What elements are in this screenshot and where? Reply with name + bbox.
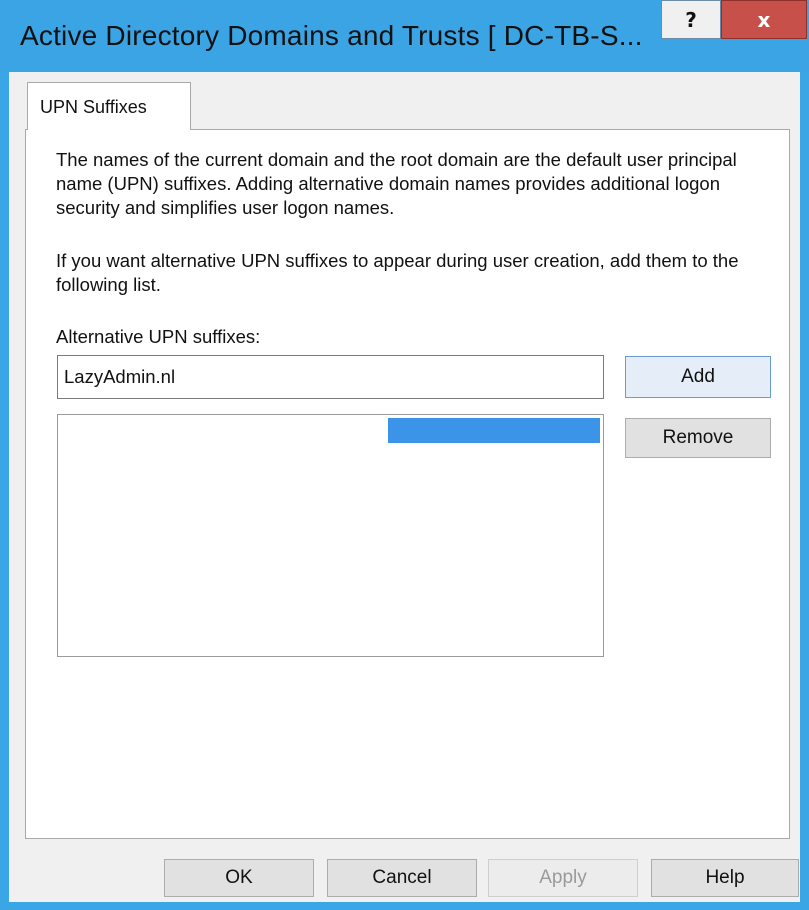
upn-suffix-list[interactable]: [57, 414, 604, 657]
dialog-client-area: UPN Suffixes The names of the current do…: [9, 72, 800, 902]
upn-suffixes-label: Alternative UPN suffixes:: [56, 326, 261, 347]
instruction-text: If you want alternative UPN suffixes to …: [56, 250, 739, 295]
window-title: Active Directory Domains and Trusts [ DC…: [20, 20, 643, 51]
ok-button[interactable]: OK: [164, 859, 314, 897]
title-bar[interactable]: Active Directory Domains and Trusts [ DC…: [0, 0, 809, 72]
help-button[interactable]: Help: [651, 859, 799, 897]
dialog-window: Active Directory Domains and Trusts [ DC…: [0, 0, 809, 910]
remove-button[interactable]: Remove: [625, 418, 771, 458]
list-selection-highlight: [388, 418, 600, 443]
apply-button[interactable]: Apply: [488, 859, 638, 897]
close-icon[interactable]: x: [721, 0, 807, 39]
tab-panel: The names of the current domain and the …: [25, 129, 790, 839]
upn-suffix-input[interactable]: [57, 355, 604, 399]
cancel-button[interactable]: Cancel: [327, 859, 477, 897]
description-text: The names of the current domain and the …: [56, 149, 737, 218]
tab-upn-suffixes[interactable]: UPN Suffixes: [27, 82, 191, 130]
add-button[interactable]: Add: [625, 356, 771, 398]
help-icon[interactable]: ?: [661, 0, 721, 39]
